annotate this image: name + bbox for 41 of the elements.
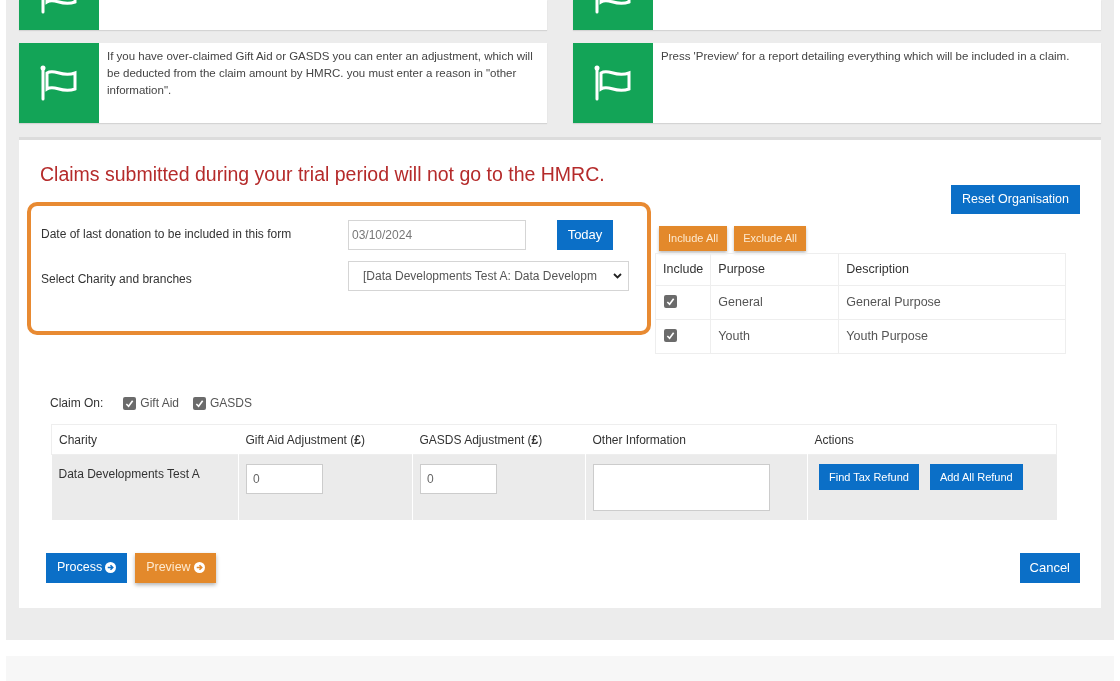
column-header: Other Information [592,432,686,447]
checkbox[interactable] [193,396,207,410]
checkbox[interactable] [664,295,677,309]
table-cell: General Purpose [838,285,1066,320]
trial-warning: Claims submitted during your trial period will not go to the HMRC. [40,162,605,187]
info-text: If you have over-claimed Gift Aid or GASDS you can enter an adjustment, which will be deducted from the claim amount by HMRC. you must enter a reason in "other information". [106,49,534,98]
column-header: Actions [814,432,854,447]
action-button[interactable]: Find Tax Refund [819,464,919,490]
table-cell: Data Developments Test A [51,454,239,520]
charity-select[interactable]: [Data Developments Test A: Data Developm [348,261,629,291]
gift-aid-adjustment-field[interactable]: 0 [246,464,323,494]
column-header: Charity [59,432,97,447]
submit-button[interactable]: Process [46,552,128,583]
info-text: Press 'Preview' for a report detailing everything which will be included in a claim. [660,49,1071,64]
checkbox[interactable] [664,329,677,343]
column-header: Purpose [710,253,839,286]
date-label: Date of last donation to be included in this form [41,226,293,243]
date-field[interactable]: 03/10/2024 [348,220,526,250]
column-header: Include [655,253,711,286]
other-information-field[interactable] [593,464,770,511]
checkbox-label: GASDS [210,395,253,412]
action-button[interactable]: Add All Refund [929,464,1023,490]
checkbox[interactable] [123,396,137,410]
chevron-down-icon [613,273,622,279]
arrow-circle-icon [105,562,117,573]
column-header: GASDS Adjustment (£) [419,432,543,447]
column-header: Description [838,253,1066,286]
table-cell: General [710,285,839,320]
arrow-circle-icon [193,562,205,573]
flag-icon [593,65,633,101]
claim-on-label: Claim On: [50,395,104,412]
flag-icon [39,65,79,101]
gasds-adjustment-field[interactable]: 0 [420,464,497,494]
table-cell: Youth Purpose [838,319,1066,354]
checkbox-label: Gift Aid [140,395,180,412]
table-cell: Youth [710,319,839,354]
charity-label: Select Charity and branches [41,271,193,288]
today-button[interactable]: Today [557,220,613,250]
column-header: Gift Aid Adjustment (£) [245,432,365,447]
reset-organisation-button[interactable]: Reset Organisation [951,185,1080,214]
cancel-button[interactable]: Cancel [1019,552,1080,583]
